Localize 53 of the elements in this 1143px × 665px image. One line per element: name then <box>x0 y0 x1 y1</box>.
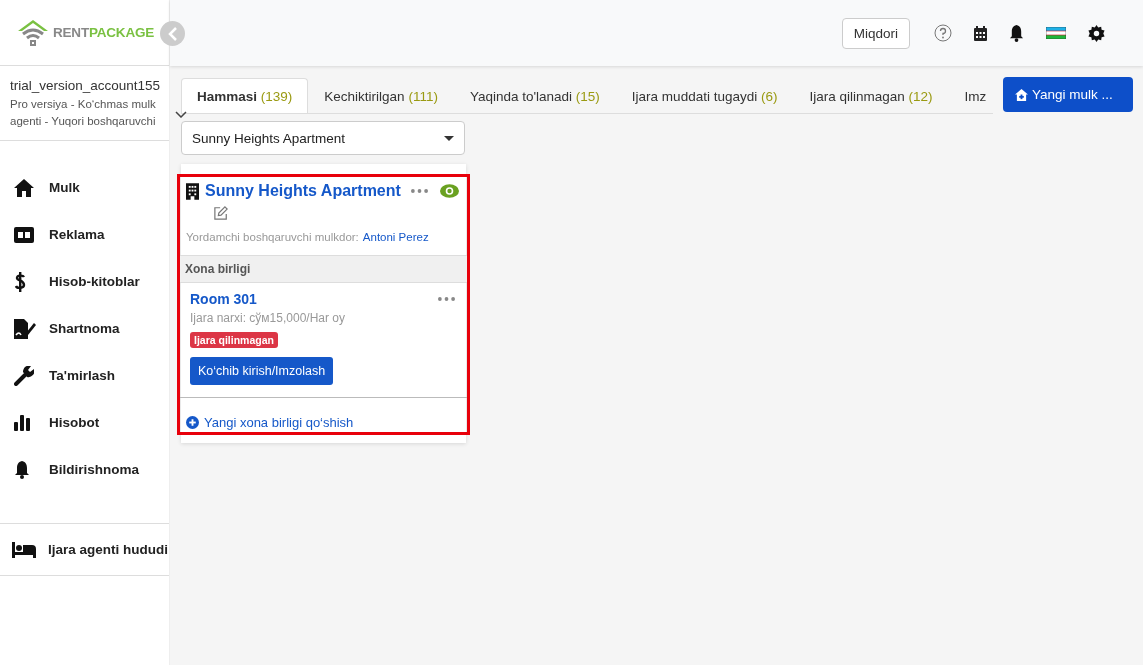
sidebar-item[interactable]: Hisob-kitoblar <box>0 258 169 305</box>
sidebar-item[interactable]: Mulk <box>0 164 169 211</box>
account-name: trial_version_account155 <box>10 78 162 93</box>
bed-icon <box>12 541 36 558</box>
sidebar-item[interactable]: Hisobot <box>0 399 169 446</box>
add-unit-link[interactable]: Yangi xona birligi qo‘shish <box>180 398 467 432</box>
help-icon[interactable] <box>934 24 952 42</box>
sidebar-item[interactable]: Ta'mirlash <box>0 352 169 399</box>
settings-icon[interactable] <box>1088 24 1105 42</box>
bell-icon[interactable] <box>1009 24 1024 42</box>
tab[interactable]: Ijara qilinmagan (12) <box>793 78 949 113</box>
ad-icon <box>14 226 34 243</box>
status-badge: Ijara qilinmagan <box>190 332 278 348</box>
more-icon[interactable] <box>438 297 455 301</box>
new-property-button[interactable]: Yangi mulk ... <box>1003 77 1133 112</box>
tab[interactable]: Imz <box>948 78 993 113</box>
logo-icon <box>18 19 48 46</box>
more-icon[interactable] <box>410 189 428 193</box>
manager-label: Yordamchi boshqaruvchi mulkdor: <box>186 231 359 243</box>
account-role: Pro versiya - Ko‘chmas mulk agenti - Yuqori boshqaruvchi <box>10 97 157 129</box>
manager-name[interactable]: Antoni Perez <box>362 231 429 243</box>
property-select[interactable]: Sunny Heights Apartment <box>181 121 465 155</box>
tab[interactable]: Ijara muddati tugaydi (6) <box>615 78 794 113</box>
sidebar-item[interactable]: Bildirishnoma <box>0 446 169 493</box>
house-icon <box>1015 88 1028 101</box>
amount-button[interactable]: Miqdori <box>841 17 910 49</box>
sidebar-item[interactable]: Reklama <box>0 211 169 258</box>
bell-icon <box>14 460 30 479</box>
plus-circle-icon <box>186 416 199 429</box>
tab[interactable]: Yaqinda to'lanadi (15) <box>453 78 616 113</box>
caret-icon <box>444 135 454 141</box>
signed-document-icon <box>14 318 36 339</box>
dollar-icon <box>14 271 26 292</box>
logo-text: RENTPACKAGE <box>53 25 155 40</box>
bar-chart-icon <box>14 414 30 431</box>
section-header: Xona birligi <box>180 255 467 283</box>
wrench-icon <box>14 365 34 386</box>
unit-price: Ijara narxi: сўм15,000/Har oy <box>190 311 346 325</box>
move-in-button[interactable]: Ko‘chib kirish/Imzolash <box>190 357 334 385</box>
property-title[interactable]: Sunny Heights Apartment <box>205 182 401 200</box>
edit-icon[interactable] <box>214 206 228 220</box>
home-icon <box>14 178 34 197</box>
building-icon <box>186 182 199 200</box>
unit-name[interactable]: Room 301 <box>190 291 257 307</box>
sidebar-item[interactable]: Shartnoma <box>0 305 169 352</box>
sidebar-item[interactable]: Ijara agenti hududi <box>0 524 169 576</box>
calendar-icon[interactable] <box>974 25 987 41</box>
tab[interactable]: Kechiktirilgan (111) <box>308 78 454 113</box>
chevron-left-icon <box>167 26 178 41</box>
chevron-down-icon <box>175 111 187 118</box>
eye-icon[interactable] <box>439 184 459 198</box>
tab[interactable]: Hammasi (139) <box>181 78 309 113</box>
flag-icon[interactable] <box>1046 27 1066 39</box>
